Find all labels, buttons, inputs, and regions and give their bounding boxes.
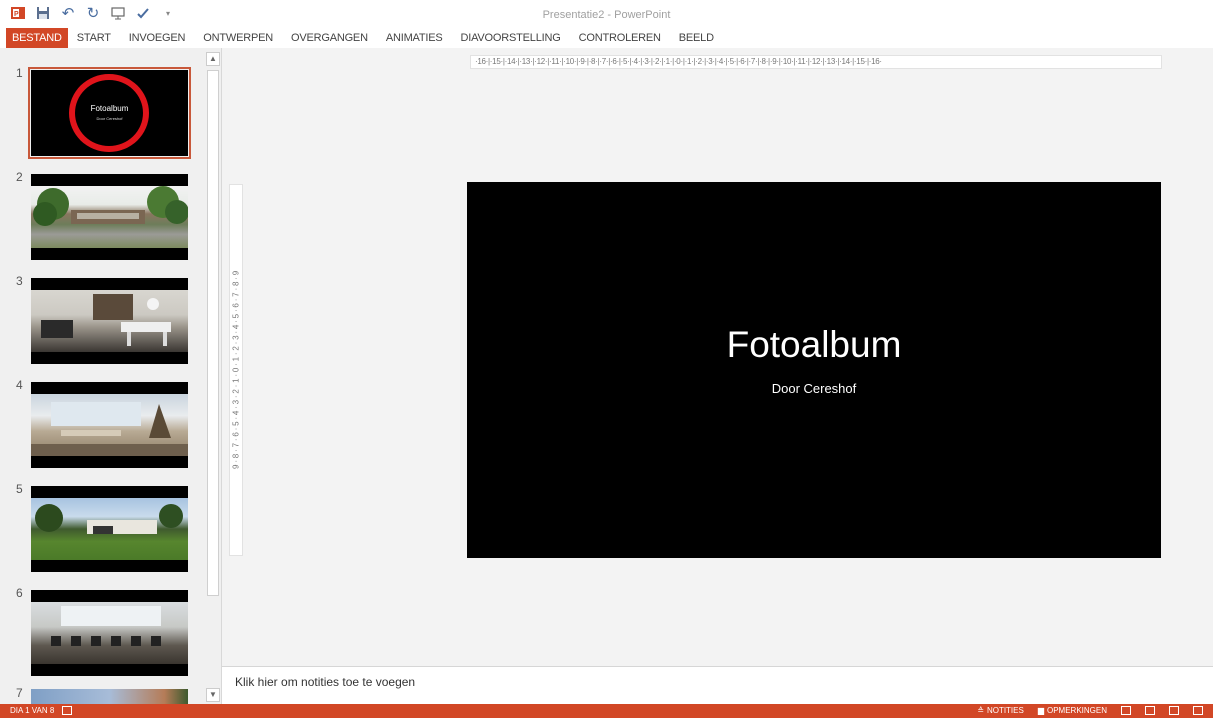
tab-beeld[interactable]: BEELD	[670, 28, 723, 48]
slide-title[interactable]: Fotoalbum	[467, 324, 1161, 366]
scroll-up-arrow-icon[interactable]: ▲	[206, 52, 220, 66]
notes-icon: ≙	[977, 706, 984, 715]
tab-bestand[interactable]: BESTAND	[6, 28, 68, 48]
slide-thumbnail-5[interactable]	[31, 486, 188, 572]
tab-ontwerpen[interactable]: ONTWERPEN	[194, 28, 282, 48]
slide-thumbnail-2[interactable]	[31, 174, 188, 260]
thumbnail-number: 6	[16, 586, 23, 600]
thumbnail-photo	[31, 498, 188, 560]
thumbnail-number: 2	[16, 170, 23, 184]
thumbnail-number: 5	[16, 482, 23, 496]
scroll-down-arrow-icon[interactable]: ▼	[206, 688, 220, 702]
thumbnail-number: 4	[16, 378, 23, 392]
slide-thumbnail-1[interactable]: Fotoalbum Door Cereshof	[28, 67, 191, 159]
notes-toggle-button[interactable]: ≙ NOTITIES	[977, 706, 1024, 715]
highlight-circle	[69, 74, 149, 152]
thumbnail-photo	[31, 186, 188, 248]
spellcheck-status-icon[interactable]	[62, 706, 73, 715]
thumbnail-number: 3	[16, 274, 23, 288]
thumbnail-scrollbar[interactable]: ▲ ▼	[206, 52, 220, 702]
thumbnail-photo	[31, 394, 188, 456]
slide-subtitle[interactable]: Door Cereshof	[467, 381, 1161, 396]
tab-start[interactable]: START	[68, 28, 120, 48]
thumbnail-photo	[31, 602, 188, 664]
slide-thumbnail-pane[interactable]: 1 Fotoalbum Door Cereshof 2 3 4 5 6 7	[0, 48, 222, 704]
tab-overgangen[interactable]: OVERGANGEN	[282, 28, 377, 48]
slide-thumbnail-4[interactable]	[31, 382, 188, 468]
thumbnail-photo	[31, 689, 188, 704]
status-bar: DIA 1 VAN 8 ≙ NOTITIES ▆ OPMERKINGEN	[0, 704, 1213, 718]
vertical-ruler-scale: 9 · 8 · 7 · 6 · 5 · 4 · 3 · 2 · 1 · 0 · …	[231, 271, 241, 469]
thumbnail-number: 1	[16, 66, 23, 80]
normal-view-icon[interactable]	[1121, 706, 1131, 715]
scrollbar-thumb[interactable]	[207, 70, 219, 596]
window-title: Presentatie2 - PowerPoint	[542, 9, 671, 21]
thumbnail-photo	[31, 290, 188, 352]
reading-view-icon[interactable]	[1169, 706, 1179, 715]
tab-diavoorstelling[interactable]: DIAVOORSTELLING	[452, 28, 570, 48]
tab-invoegen[interactable]: INVOEGEN	[120, 28, 194, 48]
comments-label: OPMERKINGEN	[1046, 706, 1107, 715]
slide-thumbnail-3[interactable]	[31, 278, 188, 364]
thumbnail-number: 7	[16, 686, 23, 700]
horizontal-ruler: ·16·|·15·|·14·|·13·|·12·|·11·|·10·|·9·|·…	[470, 55, 1162, 69]
slide-canvas[interactable]: Fotoalbum Door Cereshof	[467, 182, 1161, 558]
comment-icon: ▆	[1037, 706, 1044, 715]
slide-thumbnail-7[interactable]	[31, 689, 188, 704]
ribbon-tabs: BESTAND START INVOEGEN ONTWERPEN OVERGAN…	[0, 28, 723, 48]
notes-pane[interactable]: Klik hier om notities toe te voegen	[222, 666, 1213, 704]
notes-placeholder[interactable]: Klik hier om notities toe te voegen	[235, 675, 415, 689]
tab-controleren[interactable]: CONTROLEREN	[570, 28, 670, 48]
tab-animaties[interactable]: ANIMATIES	[377, 28, 452, 48]
notes-label: NOTITIES	[986, 706, 1024, 715]
slideshow-view-icon[interactable]	[1193, 706, 1203, 715]
slide-thumbnail-6[interactable]	[31, 590, 188, 676]
title-bar: P ↶ ↻ ▾ Presentatie2 - PowerPoint	[0, 0, 1213, 28]
slide-sorter-view-icon[interactable]	[1145, 706, 1155, 715]
slide-counter: DIA 1 VAN 8	[10, 706, 55, 715]
comments-toggle-button[interactable]: ▆ OPMERKINGEN	[1038, 706, 1107, 715]
